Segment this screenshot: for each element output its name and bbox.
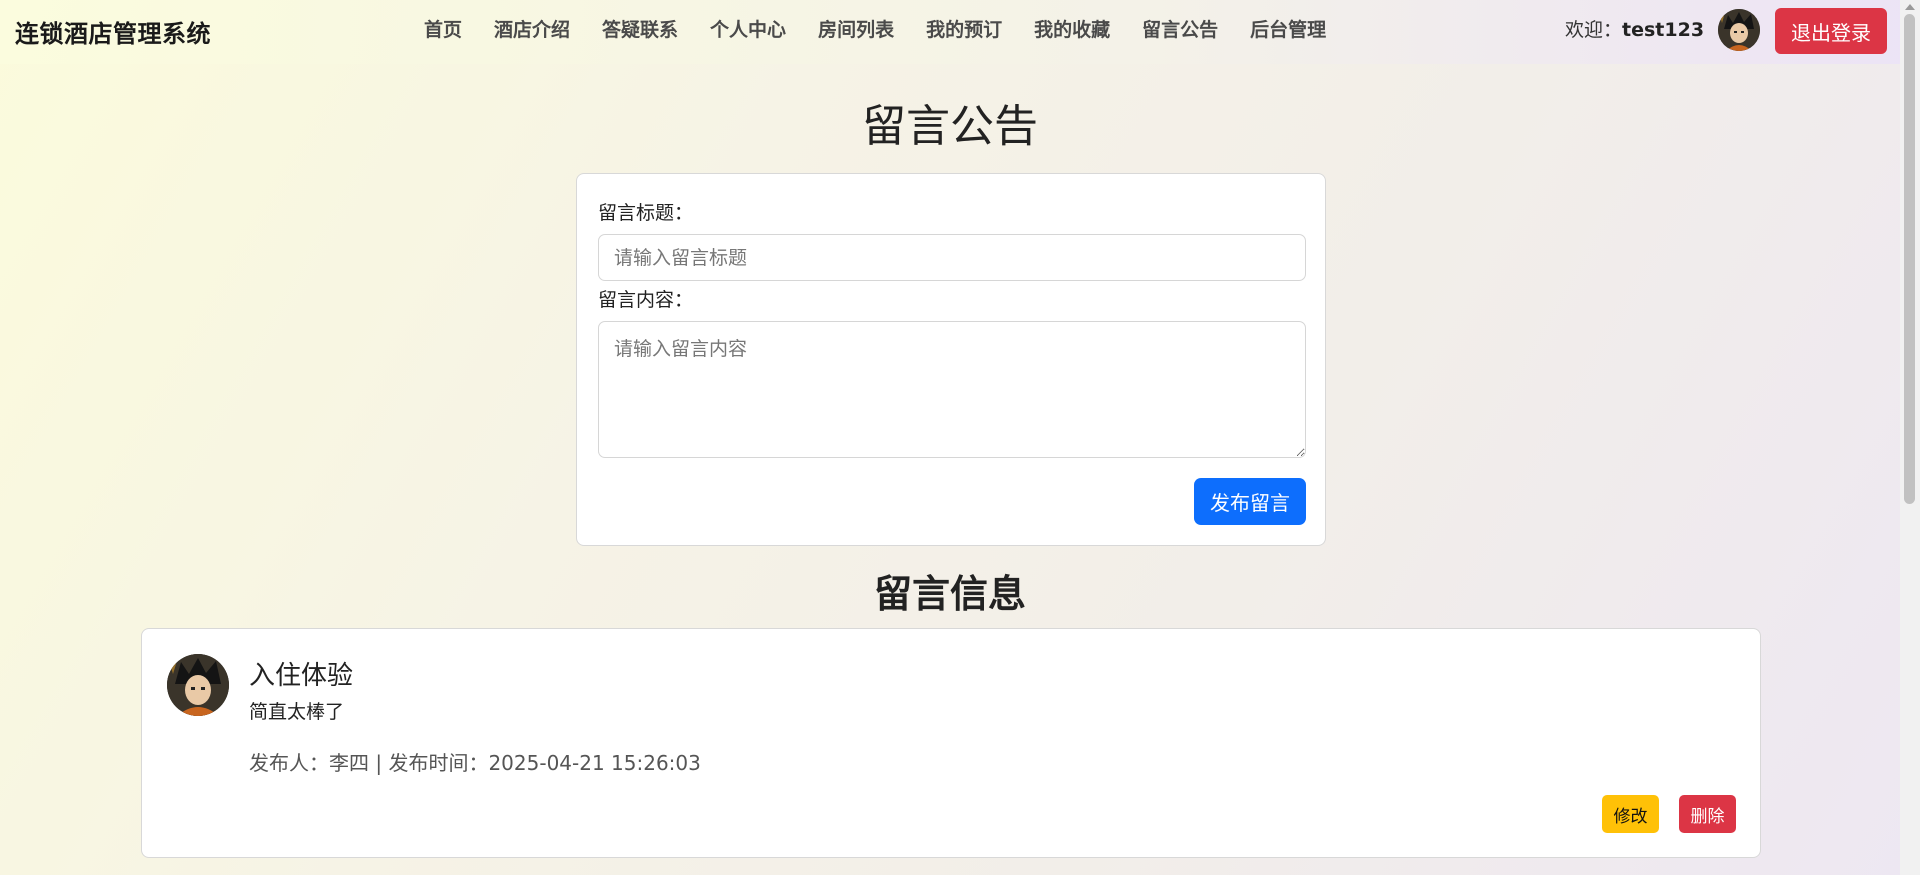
- content-label: 留言内容：: [598, 289, 694, 311]
- message-card: 入住体验 简直太棒了 发布人：李四 | 发布时间：2025-04-21 15:2…: [141, 628, 1761, 858]
- nav-link-hotel-intro[interactable]: 酒店介绍: [478, 16, 586, 44]
- nav-link-room-list[interactable]: 房间列表: [802, 16, 910, 44]
- message-title: 入住体验: [249, 661, 354, 691]
- avatar-image-icon: [1718, 9, 1760, 51]
- edit-message-button[interactable]: 修改: [1602, 795, 1659, 833]
- nav-link-admin[interactable]: 后台管理: [1234, 16, 1342, 44]
- nav-link-my-bookings[interactable]: 我的预订: [910, 16, 1018, 44]
- message-content: 简直太棒了: [249, 701, 345, 723]
- nav-link-my-favorites[interactable]: 我的收藏: [1018, 16, 1126, 44]
- scrollbar-thumb[interactable]: [1904, 14, 1915, 504]
- page-scrollbar[interactable]: [1900, 0, 1920, 875]
- nav-links: 首页 酒店介绍 答疑联系 个人中心 房间列表 我的预订 我的收藏 留言公告 后台…: [408, 16, 1342, 44]
- page-title: 留言公告: [862, 101, 1038, 152]
- author-avatar-image-icon: [167, 654, 229, 716]
- messages-section-title: 留言信息: [873, 572, 1026, 616]
- logout-button[interactable]: 退出登录: [1775, 8, 1887, 54]
- nav-link-message-board[interactable]: 留言公告: [1126, 16, 1234, 44]
- message-meta: 发布人：李四 | 发布时间：2025-04-21 15:26:03: [249, 751, 701, 775]
- message-content-textarea[interactable]: [598, 321, 1306, 458]
- nav-link-faq-contact[interactable]: 答疑联系: [586, 16, 694, 44]
- welcome-text: 欢迎：test123: [1565, 16, 1704, 44]
- delete-message-button[interactable]: 删除: [1679, 795, 1736, 833]
- message-title-input[interactable]: [598, 234, 1306, 281]
- message-author-avatar: [167, 654, 229, 716]
- scroll-up-arrow-icon[interactable]: [1905, 4, 1915, 10]
- title-label: 留言标题：: [598, 202, 694, 224]
- brand-title[interactable]: 连锁酒店管理系统: [15, 14, 211, 49]
- message-form-card: 留言标题： 留言内容： 发布留言: [576, 173, 1326, 546]
- nav-link-personal-center[interactable]: 个人中心: [694, 16, 802, 44]
- username: test123: [1622, 19, 1705, 41]
- user-avatar[interactable]: [1718, 9, 1760, 51]
- welcome-prefix: 欢迎：: [1565, 19, 1623, 41]
- top-navbar: 连锁酒店管理系统 首页 酒店介绍 答疑联系 个人中心 房间列表 我的预订 我的收…: [0, 0, 1900, 64]
- publish-message-button[interactable]: 发布留言: [1194, 478, 1306, 525]
- nav-link-home[interactable]: 首页: [408, 16, 478, 44]
